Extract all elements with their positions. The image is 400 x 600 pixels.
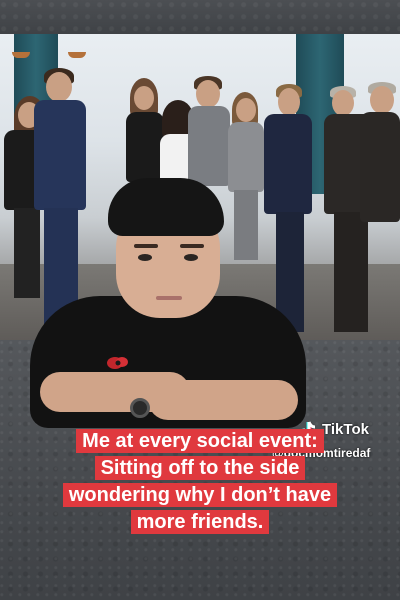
- meme-caption: Me at every social event: Sitting off to…: [37, 428, 363, 536]
- pendant-lamp-icon: [68, 52, 86, 58]
- caption-line-2: Sitting off to the side: [94, 456, 306, 480]
- top-background-band: [0, 0, 400, 34]
- foreground-man: [30, 168, 310, 428]
- poppy-pin-icon: [107, 357, 128, 369]
- wristwatch-icon: [130, 398, 150, 418]
- eyebrow-right: [180, 244, 204, 248]
- caption-line-4: more friends.: [130, 510, 270, 534]
- caption-line-1: Me at every social event:: [76, 429, 324, 453]
- hair: [108, 178, 224, 236]
- mouth: [156, 296, 182, 300]
- caption-line-3: wondering why I don’t have: [62, 483, 338, 507]
- eye-left: [138, 254, 152, 261]
- crossed-arm-right: [148, 380, 298, 420]
- eyebrow-left: [134, 244, 158, 248]
- eye-right: [184, 254, 198, 261]
